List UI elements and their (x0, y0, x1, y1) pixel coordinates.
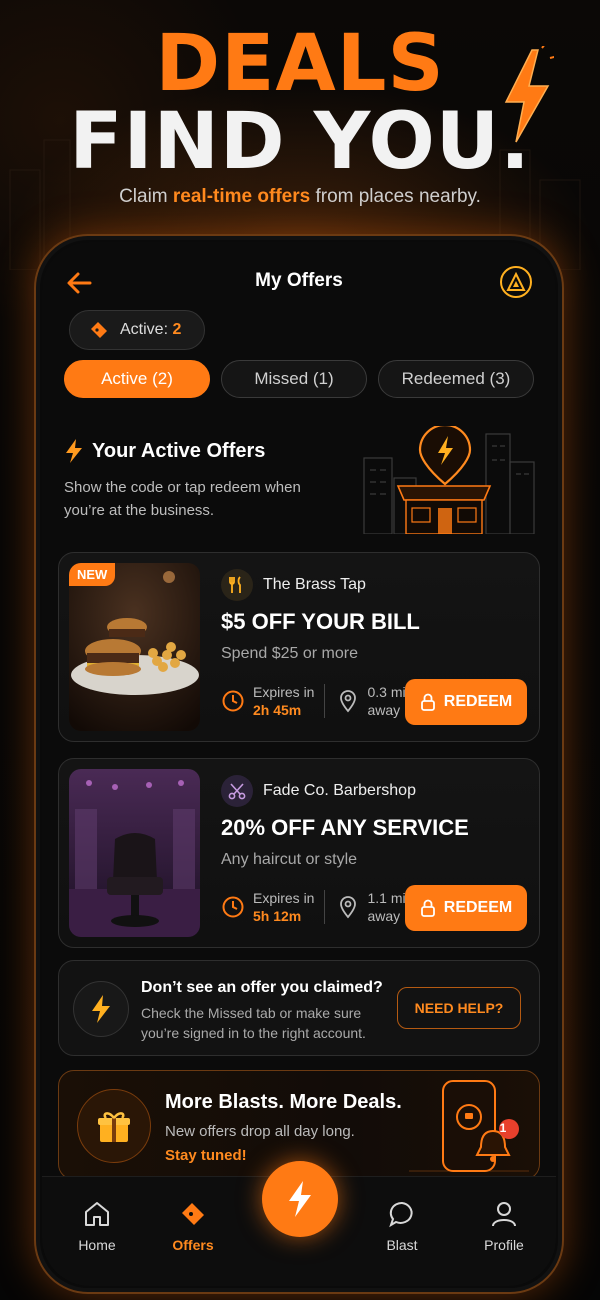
bottom-nav: Home Offers Blast Profile (42, 1161, 556, 1286)
business-name: Fade Co. Barbershop (263, 782, 416, 799)
offer-tabs: Active (2) Missed (1) Redeemed (3) (64, 360, 534, 400)
active-offers-section: Your Active Offers Show the code or tap … (64, 426, 535, 548)
expires-value: 2h 45m (253, 702, 302, 718)
expires-label: Expires in (253, 890, 315, 906)
offer-meta: Expires in 5h 12m 1.1 mi away (221, 889, 406, 925)
location-pin-icon (340, 896, 357, 919)
scissors-icon (221, 775, 253, 807)
lock-icon (420, 693, 435, 711)
offer-image-barbershop (69, 769, 200, 937)
distance-label: away (367, 702, 401, 718)
active-count-pill: Active: 2 (69, 310, 205, 350)
ticket-icon (91, 322, 107, 338)
app-logo-icon[interactable] (500, 266, 532, 298)
offer-subtitle: Any haircut or style (221, 851, 358, 868)
offer-card[interactable]: Fade Co. Barbershop 20% OFF ANY SERVICE … (58, 758, 540, 948)
section-description: Show the code or tap redeem when you’re … (64, 479, 301, 519)
nav-offers[interactable]: Offers (153, 1199, 233, 1253)
store-location-illustration (363, 426, 535, 534)
promo-title: More Blasts. More Deals. (165, 1091, 402, 1113)
distance-value: 0.3 mi (367, 684, 406, 700)
nav-profile[interactable]: Profile (464, 1199, 544, 1253)
hero-subtitle-post: from places nearby. (310, 186, 481, 207)
hero-subtitle: Claim real-time offers from places nearb… (0, 186, 600, 208)
business-name-row: Fade Co. Barbershop (221, 775, 416, 807)
nav-offers-label: Offers (172, 1237, 214, 1253)
help-description: Check the Missed tab or make sure you’re… (141, 1005, 366, 1041)
offer-subtitle: Spend $25 or more (221, 645, 358, 662)
hero-subtitle-highlight: real-time offers (172, 186, 311, 207)
tab-missed[interactable]: Missed (1) (221, 360, 367, 398)
redeem-button[interactable]: REDEEM (405, 679, 527, 725)
nav-home[interactable]: Home (57, 1199, 137, 1253)
offer-image-burger: NEW (69, 563, 200, 731)
tab-active[interactable]: Active (2) (64, 360, 210, 398)
fork-knife-icon (221, 569, 253, 601)
page-title: My Offers (255, 270, 343, 291)
lightning-bolt-icon (66, 439, 82, 463)
blast-action-button[interactable] (262, 1161, 338, 1237)
location-pin-icon (340, 690, 357, 713)
gift-icon (77, 1089, 151, 1163)
clock-icon (222, 896, 244, 918)
lock-icon (420, 899, 435, 917)
hero-subtitle-pre: Claim (119, 186, 173, 207)
lightning-bolt-icon (289, 1181, 311, 1217)
redeem-button[interactable]: REDEEM (405, 885, 527, 931)
notification-count: 1 (499, 1121, 507, 1135)
nav-profile-label: Profile (484, 1237, 524, 1253)
active-pill-label: Active: (120, 321, 173, 338)
section-title: Your Active Offers (92, 439, 266, 462)
business-name-row: The Brass Tap (221, 569, 366, 601)
phone-frame: My Offers Active: 2 Active (2) Missed (1… (34, 234, 564, 1294)
chat-bubble-icon (389, 1201, 413, 1228)
help-card: Don’t see an offer you claimed? Check th… (58, 960, 540, 1056)
clock-icon (222, 690, 244, 712)
help-title: Don’t see an offer you claimed? (141, 979, 383, 996)
home-icon (85, 1202, 109, 1226)
divider (324, 684, 326, 718)
nav-blast-label: Blast (386, 1237, 418, 1253)
expires-value: 5h 12m (253, 908, 302, 924)
divider (324, 890, 326, 924)
nav-blast[interactable]: Blast (362, 1199, 442, 1253)
top-bar: My Offers (42, 264, 556, 304)
offer-title: $5 OFF YOUR BILL (221, 609, 420, 634)
distance-label: away (367, 908, 401, 924)
offer-title: 20% OFF ANY SERVICE (221, 815, 469, 840)
redeem-label: REDEEM (443, 693, 513, 710)
active-pill-count: 2 (172, 321, 182, 338)
nav-home-label: Home (78, 1237, 116, 1253)
expires-label: Expires in (253, 684, 315, 700)
promo-description: New offers drop all day long. (165, 1123, 355, 1140)
user-icon (492, 1202, 516, 1227)
lightning-bolt-icon (504, 46, 554, 143)
offer-card[interactable]: NEW The Brass Tap $5 OFF YOUR BILL Spend… (58, 552, 540, 742)
redeem-label: REDEEM (443, 899, 513, 916)
new-badge: NEW (69, 563, 116, 586)
distance-value: 1.1 mi (367, 890, 406, 906)
lightning-bolt-icon (73, 981, 129, 1037)
tab-redeemed[interactable]: Redeemed (3) (378, 360, 534, 398)
need-help-button[interactable]: NEED HELP? (397, 987, 521, 1029)
app-screen: My Offers Active: 2 Active (2) Missed (1… (42, 242, 556, 1286)
promo-cta: Stay tuned! (165, 1147, 247, 1164)
offer-meta: Expires in 2h 45m 0.3 mi away (221, 683, 406, 719)
business-name: The Brass Tap (263, 576, 366, 593)
ticket-icon (182, 1203, 204, 1225)
